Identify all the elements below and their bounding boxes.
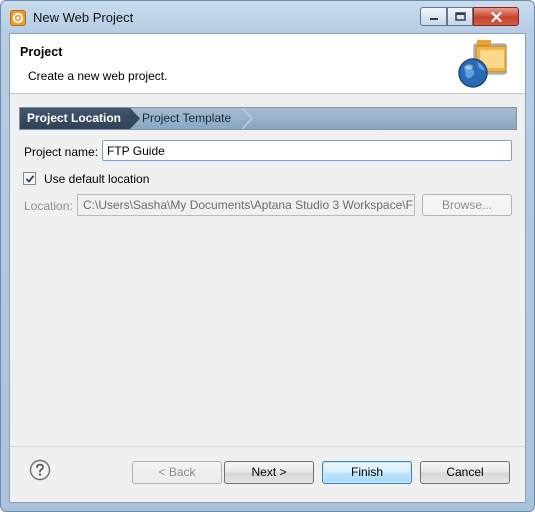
page-title: Project: [20, 45, 63, 59]
back-button: < Back: [132, 461, 222, 484]
cancel-button[interactable]: Cancel: [420, 461, 510, 484]
minimize-icon: [429, 17, 438, 20]
finish-button[interactable]: Finish: [322, 461, 412, 484]
dialog-body: Project Create a new web project. Projec…: [9, 33, 526, 503]
help-icon[interactable]: [29, 459, 51, 481]
window-title: New Web Project: [33, 10, 134, 25]
close-button[interactable]: [473, 7, 519, 26]
breadcrumb-arrow: [241, 108, 253, 129]
maximize-icon: [454, 12, 466, 21]
breadcrumb-arrow: [130, 108, 140, 129]
location-label: Location:: [24, 199, 73, 213]
use-default-location-checkbox[interactable]: [23, 172, 36, 185]
project-name-label: Project name:: [24, 145, 99, 159]
step-project-template[interactable]: Project Template: [142, 108, 231, 129]
step-project-location[interactable]: Project Location: [20, 108, 130, 129]
location-field: C:\Users\Sasha\My Documents\Aptana Studi…: [77, 194, 415, 216]
use-default-location-label[interactable]: Use default location: [44, 172, 149, 186]
dialog-window: New Web Project Project Create a new web…: [0, 0, 535, 512]
close-icon: [490, 11, 502, 22]
next-button[interactable]: Next >: [224, 461, 314, 484]
folder-globe-icon: [458, 40, 507, 88]
title-bar[interactable]: New Web Project: [1, 1, 534, 33]
footer-divider: [10, 446, 525, 447]
minimize-button[interactable]: [420, 7, 447, 26]
checkmark-icon: [25, 175, 35, 183]
browse-button: Browse...: [422, 194, 512, 216]
wizard-breadcrumb: Project Location Project Template: [19, 107, 517, 130]
maximize-button[interactable]: [447, 7, 473, 26]
gear-icon: [10, 10, 26, 26]
page-description: Create a new web project.: [28, 69, 168, 83]
project-name-input[interactable]: [102, 140, 512, 161]
dialog-header: Project Create a new web project.: [10, 34, 525, 94]
